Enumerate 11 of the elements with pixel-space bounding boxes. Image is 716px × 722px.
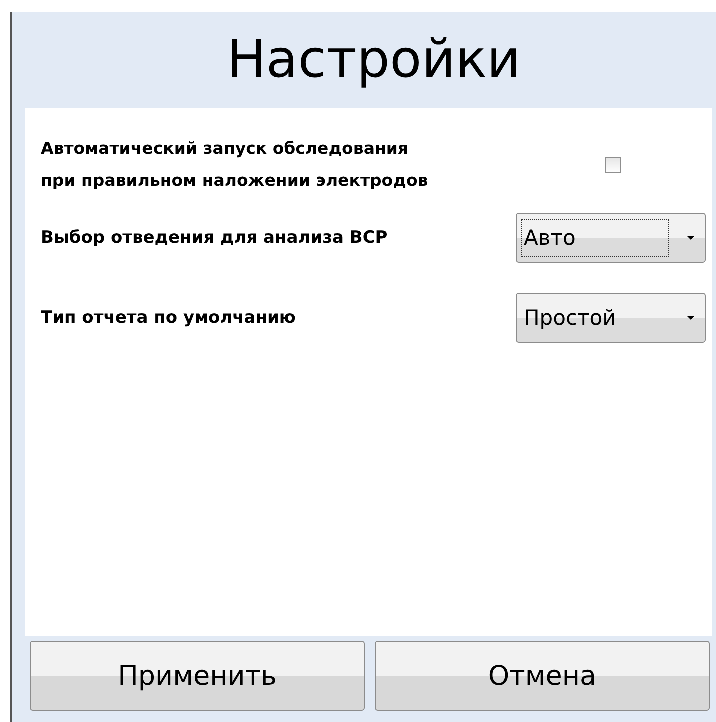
dropdown[interactable]: Авто bbox=[516, 213, 706, 263]
dialog-button[interactable]: Отмена bbox=[375, 641, 710, 711]
checkbox[interactable] bbox=[605, 157, 621, 173]
setting-label: Выбор отведения для анализа ВСР bbox=[41, 228, 388, 248]
caret-icon bbox=[687, 236, 695, 240]
setting-label: Автоматический запуск обследования при правильном наложении электродов bbox=[41, 138, 430, 192]
setting-label: Тип отчета по умолчанию bbox=[41, 308, 296, 328]
dialog-button[interactable]: Применить bbox=[30, 641, 365, 711]
caret-icon bbox=[687, 316, 695, 320]
dialog-title: Настройки bbox=[226, 29, 522, 92]
dropdown[interactable]: Простой bbox=[516, 293, 706, 343]
